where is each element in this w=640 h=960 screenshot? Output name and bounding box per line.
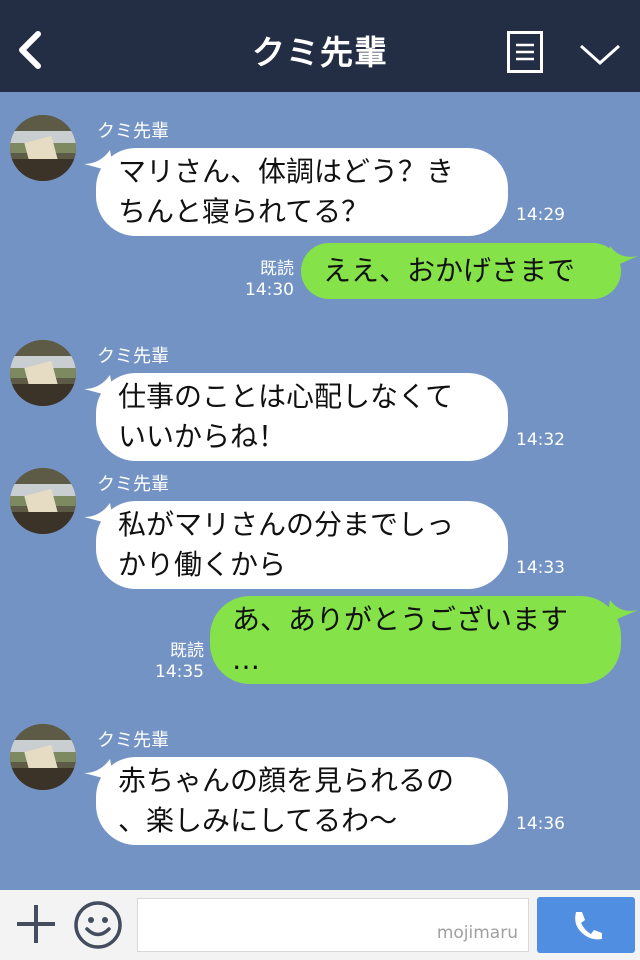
sender-name: クミ先輩 — [97, 730, 169, 751]
sender-name: クミ先輩 — [97, 474, 169, 495]
message-bubble-outgoing[interactable]: あ、ありがとうございます … — [210, 596, 621, 684]
chevron-down-icon[interactable] — [578, 40, 622, 68]
list-icon[interactable] — [507, 31, 543, 73]
message-time: 14:33 — [516, 558, 565, 578]
input-bar: mojimaru — [0, 890, 640, 960]
avatar-photo-icon — [10, 468, 76, 534]
chat-title: クミ先輩 — [252, 33, 388, 72]
message-time: 14:32 — [516, 430, 565, 450]
message-time: 14:35 — [155, 662, 204, 682]
avatar[interactable] — [10, 724, 76, 790]
message-bubble-incoming[interactable]: 私がマリさんの分までしっ かり働くから — [96, 501, 508, 589]
avatar[interactable] — [10, 468, 76, 534]
avatar[interactable] — [10, 115, 76, 181]
sender-name: クミ先輩 — [97, 121, 169, 142]
chat-header: クミ先輩 — [0, 0, 640, 92]
avatar-photo-icon — [10, 340, 76, 406]
message-bubble-outgoing[interactable]: ええ、おかげさまで — [301, 243, 621, 299]
call-button[interactable] — [537, 897, 635, 953]
plus-icon[interactable] — [14, 902, 58, 946]
read-receipt: 既読 14:30 — [236, 259, 294, 301]
avatar-photo-icon — [10, 724, 76, 790]
watermark: mojimaru — [436, 923, 518, 943]
avatar-photo-icon — [10, 115, 76, 181]
read-receipt: 既読 14:35 — [146, 641, 204, 683]
message-input[interactable]: mojimaru — [137, 898, 529, 952]
smile-icon[interactable] — [73, 900, 123, 950]
message-bubble-incoming[interactable]: 赤ちゃんの顔を見られるの 、楽しみにしてるわ〜 — [96, 757, 508, 845]
message-time: 14:29 — [516, 205, 565, 225]
avatar[interactable] — [10, 340, 76, 406]
message-time: 14:36 — [516, 814, 565, 834]
sender-name: クミ先輩 — [97, 346, 169, 367]
read-label: 既読 — [170, 641, 204, 661]
read-label: 既読 — [260, 259, 294, 279]
message-time: 14:30 — [245, 280, 294, 300]
phone-icon — [575, 912, 602, 940]
message-bubble-incoming[interactable]: 仕事のことは心配しなくて いいからね！ — [96, 373, 508, 461]
message-bubble-incoming[interactable]: マリさん、体調はどう？き ちんと寝られてる？ — [96, 148, 508, 236]
